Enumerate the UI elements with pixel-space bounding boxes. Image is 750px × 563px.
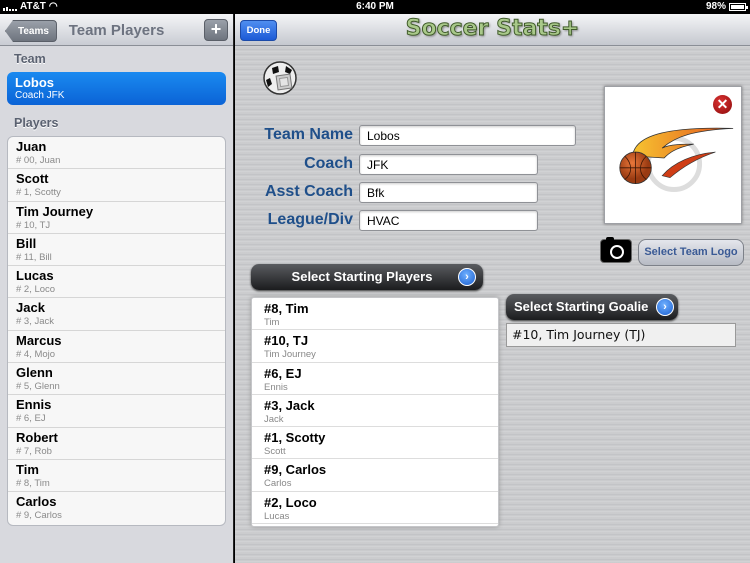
player-row[interactable]: Bill # 11, Bill — [8, 234, 225, 267]
chevron-right-icon: › — [458, 268, 476, 286]
player-row[interactable]: Ennis # 6, EJ — [8, 395, 225, 428]
asst-coach-field[interactable]: Bfk — [359, 182, 538, 203]
player-detail: # 00, Juan — [16, 155, 61, 166]
coach-field[interactable]: JFK — [359, 154, 538, 175]
select-team-logo-button[interactable]: Select Team Logo — [638, 239, 744, 266]
player-detail: # 9, Carlos — [16, 510, 62, 522]
player-row[interactable]: Scott # 1, Scotty — [8, 169, 225, 202]
starter-name: Tim — [264, 317, 280, 328]
starter-name: Tim Journey — [264, 349, 316, 361]
player-detail: # 5, Glenn — [16, 381, 60, 393]
starter-title: #3, Jack — [264, 397, 315, 413]
player-detail: # 6, EJ — [16, 413, 46, 425]
team-cell-selected[interactable]: Lobos Coach JFK — [7, 72, 226, 105]
starter-row[interactable]: #10, TJ Tim Journey — [252, 330, 498, 363]
player-row[interactable]: Marcus # 4, Mojo — [8, 331, 225, 364]
player-detail: # 8, Tim — [16, 477, 50, 489]
starter-title: #6, EJ — [264, 365, 302, 381]
team-name-field[interactable]: Lobos — [359, 125, 576, 146]
player-row[interactable]: Carlos # 9, Carlos — [8, 492, 225, 524]
starter-row[interactable]: #9, Carlos Carlos — [252, 459, 498, 492]
coach-label: Coach — [304, 155, 353, 172]
players-section-header: Players — [14, 116, 59, 130]
right-nav-bar: Done Soccer Stats+ — [235, 14, 750, 46]
delete-logo-icon[interactable]: ✕ — [713, 95, 732, 114]
left-panel-title: Team Players — [68, 22, 165, 39]
app-title: Soccer Stats+ — [405, 16, 580, 42]
starter-name: Scott — [264, 446, 286, 458]
camera-icon[interactable] — [600, 237, 632, 263]
starter-row[interactable]: #8, Tim Tim — [252, 298, 498, 331]
status-bar: AT&T ◠ 6:40 PM 98% — [0, 0, 750, 14]
league-field[interactable]: HVAC — [359, 210, 538, 231]
player-name: Carlos — [16, 494, 57, 510]
starter-name: Jack — [264, 413, 284, 425]
team-name: Lobos — [15, 75, 54, 90]
battery-icon — [729, 2, 748, 11]
starter-title: #10, TJ — [264, 333, 309, 349]
team-name-label: Team Name — [264, 126, 353, 143]
team-section-header: Team — [14, 52, 46, 66]
add-player-button[interactable]: + — [204, 19, 228, 41]
starter-name: Ennis — [264, 381, 288, 393]
clock: 6:40 PM — [356, 1, 394, 12]
player-name: Robert — [16, 429, 58, 445]
starter-name: Carlos — [264, 478, 292, 490]
starter-name: Lucas — [264, 510, 290, 522]
select-starting-goalie-button[interactable]: Select Starting Goalie › — [506, 294, 678, 320]
player-name: Bill — [16, 235, 37, 251]
player-detail: # 7, Rob — [16, 445, 52, 457]
starter-title: #1, Scotty — [264, 430, 326, 446]
players-list: Juan # 00, Juan Scott # 1, Scotty Tim Jour… — [7, 136, 226, 526]
team-detail-panel: Done Soccer Stats+ Team Name Lobos Coach… — [235, 14, 750, 563]
player-name: Scott — [16, 171, 49, 187]
player-row[interactable]: Tim # 8, Tim — [8, 460, 225, 493]
player-name: Glenn — [16, 365, 53, 381]
player-detail: # 3, Jack — [16, 316, 55, 328]
team-logo-frame: ✕ — [604, 86, 742, 224]
player-name: Marcus — [16, 332, 62, 348]
team-players-panel: Teams Team Players + Team Lobos Coach JF… — [0, 14, 234, 563]
player-name: Lucas — [16, 268, 54, 284]
player-row[interactable]: Tim Journey # 10, TJ — [8, 202, 225, 234]
battery-percent: 98% — [705, 1, 726, 12]
chevron-right-icon: › — [656, 298, 674, 316]
soccer-ball-icon[interactable] — [262, 60, 298, 96]
starter-title: #8, Tim — [264, 301, 309, 316]
player-detail: # 4, Mojo — [16, 348, 56, 360]
starting-goalie-field[interactable]: #10, Tim Journey (TJ) — [506, 323, 736, 347]
asst-coach-label: Asst Coach — [264, 183, 353, 200]
player-name: Juan — [16, 139, 47, 154]
battery-info: 98% — [705, 1, 748, 12]
left-nav-bar: Teams Team Players + — [0, 14, 233, 46]
player-detail: # 1, Scotty — [16, 187, 61, 199]
player-name: Jack — [16, 300, 45, 316]
starting-players-list: #8, Tim Tim #10, TJ Tim Journey #6, EJ Enni… — [251, 297, 499, 527]
player-name: Ennis — [16, 397, 52, 413]
starter-title: #9, Carlos — [264, 462, 327, 478]
league-label: League/Div — [267, 211, 353, 228]
player-row[interactable]: Glenn # 5, Glenn — [8, 363, 225, 396]
starter-row[interactable]: #3, Jack Jack — [252, 395, 498, 428]
player-row[interactable]: Juan # 00, Juan — [8, 137, 225, 170]
player-detail: # 10, TJ — [16, 219, 51, 231]
team-coach: Coach JFK — [15, 90, 65, 101]
player-name: Tim Journey — [16, 203, 94, 219]
starter-title: #2, Loco — [264, 494, 317, 510]
player-row[interactable]: Robert # 7, Rob — [8, 428, 225, 460]
select-goalie-label: Select Starting Goalie — [514, 299, 649, 314]
select-players-label: Select Starting Players — [291, 269, 433, 284]
player-name: Tim — [16, 461, 39, 477]
starter-row[interactable]: #2, Loco Lucas — [252, 492, 498, 525]
starter-row[interactable]: #6, EJ Ennis — [252, 363, 498, 395]
starter-row[interactable]: #1, Scotty Scott — [252, 427, 498, 460]
player-detail: # 2, Loco — [16, 284, 56, 296]
player-row[interactable]: Jack # 3, Jack — [8, 298, 225, 331]
select-starting-players-button[interactable]: Select Starting Players › — [251, 264, 483, 290]
player-detail: # 11, Bill — [16, 251, 52, 263]
player-row[interactable]: Lucas # 2, Loco — [8, 266, 225, 299]
